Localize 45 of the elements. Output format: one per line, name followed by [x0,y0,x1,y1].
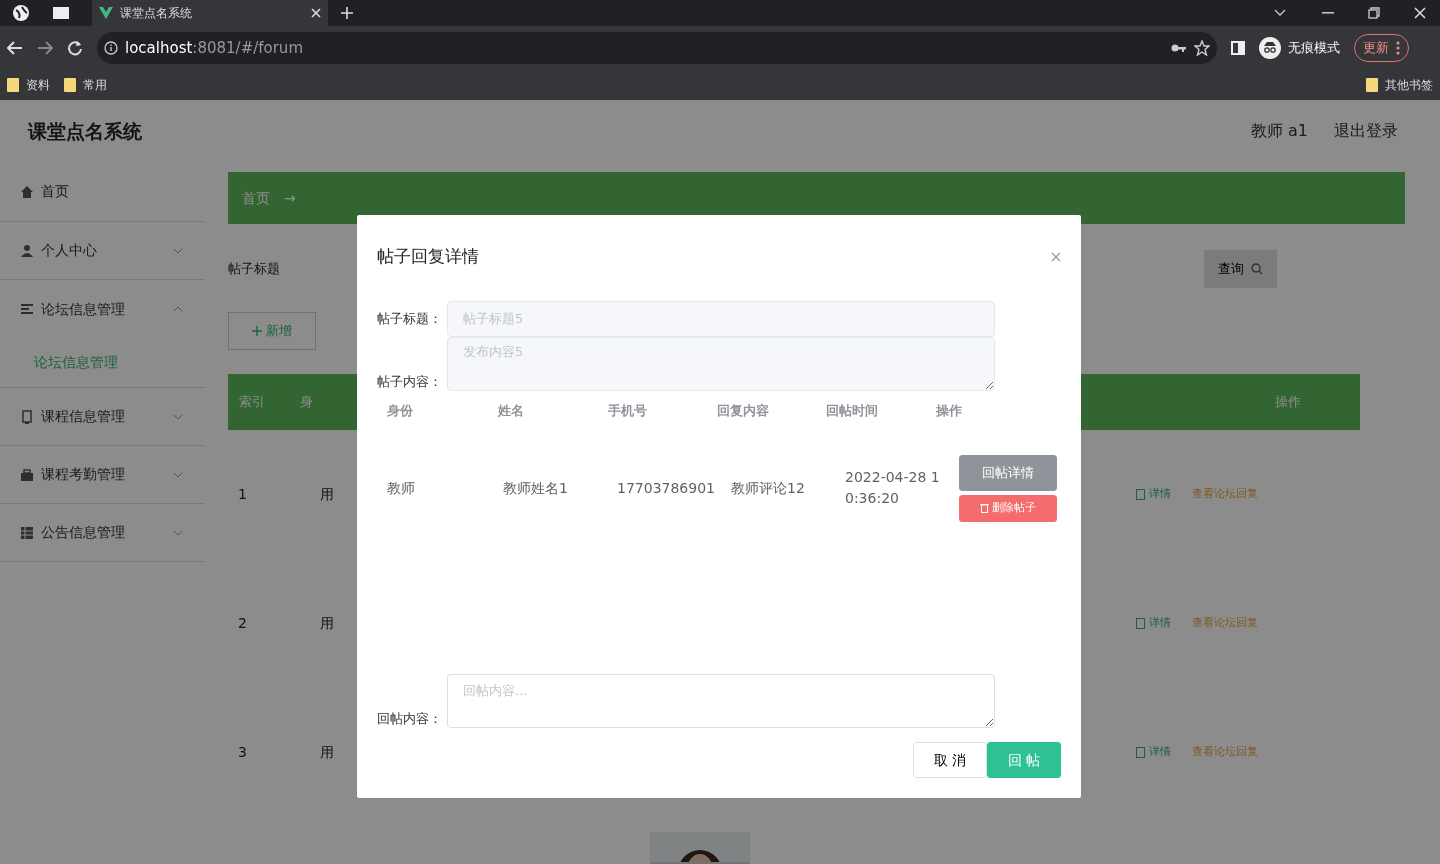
table-cell-text: 17703786901 [617,478,716,498]
table-cell-text: 2 [237,614,248,633]
column-header: 操作 [1274,393,1302,412]
column-header: 身份 [387,402,414,420]
field-label: 帖子内容： [377,372,443,391]
delete-button[interactable]: 删除帖子 [959,494,1057,522]
table-cell-text: 用 [319,485,335,504]
bookmark[interactable]: 其他书签 [1385,76,1433,94]
column-header: 手机号 [607,402,648,420]
column-header: 姓名 [498,402,526,420]
column-header: 操作 [935,402,963,420]
user-name[interactable]: 教师 a1 [1250,119,1308,143]
field-label: 帖子标题： [377,310,443,329]
tab-title: 课堂点名系统 [120,5,193,22]
search-label: 帖子标题 [228,260,280,279]
table-cell-text: 2022-04-28 10:36:20 [845,468,941,509]
logout-link[interactable]: 退出登录 [1334,119,1398,143]
table-cell-text: 1 [237,485,248,504]
table-cell-text: 3 [237,743,248,762]
sidebar-item[interactable]: 课程考勤管理 [0,446,205,504]
cancel-button[interactable]: 取 消 [913,742,987,778]
column-header: 回帖时间 [826,402,880,420]
table-cell-text: 教师评论12 [731,478,806,498]
column-header: 索引 [238,393,266,412]
sidebar-item[interactable]: 论坛信息管理 [0,280,205,338]
sidebar-item[interactable]: 首页 [0,162,205,222]
incognito-badge[interactable]: 无痕模式 [1259,37,1340,59]
column-header: 身 [298,393,314,412]
column-header: 回复内容 [717,402,771,420]
sidebar-item[interactable]: 课程信息管理 [0,388,205,446]
app-title: 课堂点名系统 [28,118,142,144]
sidebar-item[interactable]: 公告信息管理 [0,504,205,562]
browser-tab[interactable]: 课堂点名系统 [92,0,328,26]
table-cell-text: 教师 [387,478,416,498]
reply-details-button[interactable]: 回帖详情 [959,455,1057,491]
update-button[interactable]: 更新 [1354,34,1409,62]
dialog-title: 帖子回复详情 [377,245,480,269]
field-label: 回帖内容： [377,709,443,728]
table-cell-text: 用 [319,743,335,762]
sidebar-item[interactable]: 个人中心 [0,222,205,280]
table-cell-text: 教师姓名1 [503,478,569,498]
bookmark[interactable]: 常用 [83,76,107,94]
bookmark[interactable]: 资料 [26,76,50,94]
table-cell-text: 用 [319,614,335,633]
query-button[interactable]: 查询 [1204,250,1277,288]
